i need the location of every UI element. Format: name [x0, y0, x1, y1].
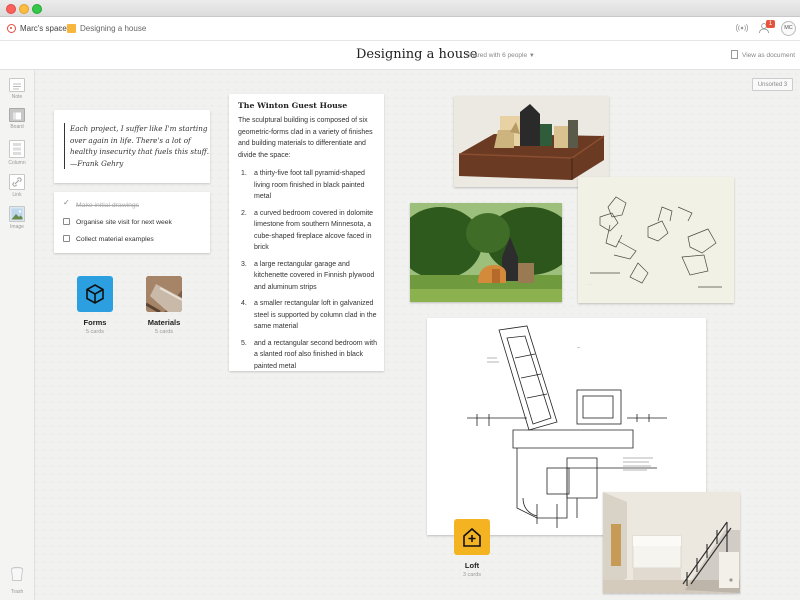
house-exterior-image	[410, 203, 562, 302]
list-item: 2. a curved bedroom covered in dolomite l…	[238, 208, 378, 254]
board-tile-forms[interactable]: Forms 5 cards	[70, 276, 120, 335]
unsorted-button[interactable]: Unsorted 3	[752, 78, 793, 91]
board-icon	[9, 108, 25, 122]
tool-trash[interactable]: Trash	[8, 566, 26, 595]
tool-image[interactable]: Image	[8, 206, 26, 230]
todo-item[interactable]: Collect material examples	[63, 235, 154, 243]
house-plus-icon	[454, 519, 490, 555]
tool-label: Column	[8, 160, 26, 166]
image-icon	[9, 206, 25, 222]
todo-item[interactable]: Organise site visit for next week	[63, 218, 172, 226]
tool-label: Image	[10, 224, 24, 230]
broadcast-icon[interactable]	[735, 22, 749, 37]
tool-label: Trash	[10, 589, 24, 595]
page-title[interactable]: Designing a house	[356, 47, 477, 62]
todo-text: Make initial drawings	[76, 202, 140, 209]
space-logo-icon[interactable]	[7, 24, 16, 33]
quote-text: Each project, I suffer like I'm starting…	[64, 123, 210, 169]
text-card[interactable]: The Winton Guest House The sculptural bu…	[229, 94, 384, 371]
tool-label: Note	[11, 94, 23, 100]
board-count: 3 cards	[462, 572, 482, 578]
column-icon	[9, 140, 25, 158]
window-titlebar	[0, 0, 800, 17]
tool-column[interactable]: Column	[8, 140, 26, 166]
list-number: 2.	[241, 209, 247, 217]
list-number: 3.	[241, 260, 247, 268]
house-photo[interactable]	[410, 203, 562, 302]
tool-board[interactable]: Board	[8, 108, 26, 130]
list-text: a curved bedroom covered in dolomite lim…	[254, 209, 374, 252]
minimize-window-button[interactable]	[19, 4, 29, 14]
list-item: 3. a large rectangular garage and kitchen…	[238, 259, 378, 294]
list-number: 5.	[241, 339, 247, 347]
trash-icon	[10, 566, 24, 587]
list-number: 1.	[241, 170, 247, 177]
list-text: a large rectangular garage and kitchenet…	[254, 260, 375, 291]
list-number: 4.	[241, 300, 247, 307]
todo-card[interactable]: Make initial drawings Organise site visi…	[54, 192, 210, 253]
checkbox-icon[interactable]	[63, 218, 70, 225]
checkbox-icon[interactable]	[63, 235, 70, 242]
shared-label: Shared with 6 people	[466, 52, 528, 59]
chevron-down-icon: ▼	[528, 53, 535, 59]
quote-author: —Frank Gehry	[70, 158, 124, 168]
board-count: 5 cards	[154, 329, 174, 335]
text-card-title: The Winton Guest House	[238, 101, 348, 110]
list-item: 4. a smaller rectangular loft in galvaniz…	[238, 298, 378, 333]
checkbox-checked-icon[interactable]	[63, 198, 70, 208]
shared-dropdown[interactable]: Shared with 6 people ▼	[466, 52, 535, 59]
svg-text:· · · ·: · · · ·	[586, 282, 593, 286]
top-navigation: Marc's space › Designing a house 1 MC	[0, 17, 800, 41]
board-name: Forms	[83, 318, 107, 327]
view-as-document-link[interactable]: View as document	[742, 52, 795, 59]
quote-body: Each project, I suffer like I'm starting…	[70, 124, 209, 156]
board-name: Loft	[464, 561, 480, 570]
todo-item[interactable]: Make initial drawings	[63, 198, 140, 209]
list-text: a thirty-five foot tall pyramid-shaped l…	[254, 170, 365, 200]
list-text: a smaller rectangular loft in galvanized…	[254, 300, 377, 330]
board-color-icon	[67, 24, 76, 33]
interior-photo[interactable]	[603, 492, 740, 593]
link-icon	[9, 174, 25, 190]
board-tile-loft[interactable]: Loft 3 cards	[447, 519, 497, 578]
close-window-button[interactable]	[6, 4, 16, 14]
board-header: Designing a house Shared with 6 people ▼…	[0, 41, 800, 70]
tool-link[interactable]: Link	[8, 174, 26, 198]
board-count: 5 cards	[85, 329, 105, 335]
board-name: Materials	[147, 318, 181, 327]
maximize-window-button[interactable]	[32, 4, 42, 14]
todo-text: Organise site visit for next week	[76, 219, 172, 226]
note-icon	[9, 78, 25, 92]
todo-text: Collect material examples	[76, 236, 154, 243]
avatar[interactable]: MC	[781, 21, 796, 36]
notification-badge[interactable]: 1	[766, 20, 775, 28]
breadcrumb-board[interactable]: Designing a house	[80, 24, 146, 33]
architecture-model-image	[454, 96, 609, 187]
interior-stairs-image	[603, 492, 740, 593]
left-toolbar: Note Board Column Link Image Trash	[0, 70, 35, 600]
tool-note[interactable]: Note	[8, 78, 26, 100]
list-item: 5. and a rectangular second bedroom with …	[238, 338, 378, 373]
sketch-image[interactable]: · · · ·	[578, 177, 734, 303]
sketch-drawing-image: · · · ·	[578, 177, 734, 303]
materials-thumbnail	[146, 276, 182, 312]
board-tile-materials[interactable]: Materials 5 cards	[139, 276, 189, 335]
cube-icon	[77, 276, 113, 312]
document-icon[interactable]	[731, 50, 738, 59]
tool-label: Board	[10, 124, 24, 130]
model-photo[interactable]	[454, 96, 609, 187]
quote-card[interactable]: Each project, I suffer like I'm starting…	[54, 110, 210, 183]
breadcrumb-separator-icon: ›	[59, 22, 62, 32]
list-text: and a rectangular second bedroom with a …	[254, 339, 377, 370]
text-card-intro: The sculptural building is composed of s…	[238, 117, 373, 159]
list-item: 1. a thirty-five foot tall pyramid-shaped…	[238, 168, 378, 203]
text-card-list: 1. a thirty-five foot tall pyramid-shaped…	[238, 168, 378, 377]
tool-label: Link	[12, 192, 22, 198]
